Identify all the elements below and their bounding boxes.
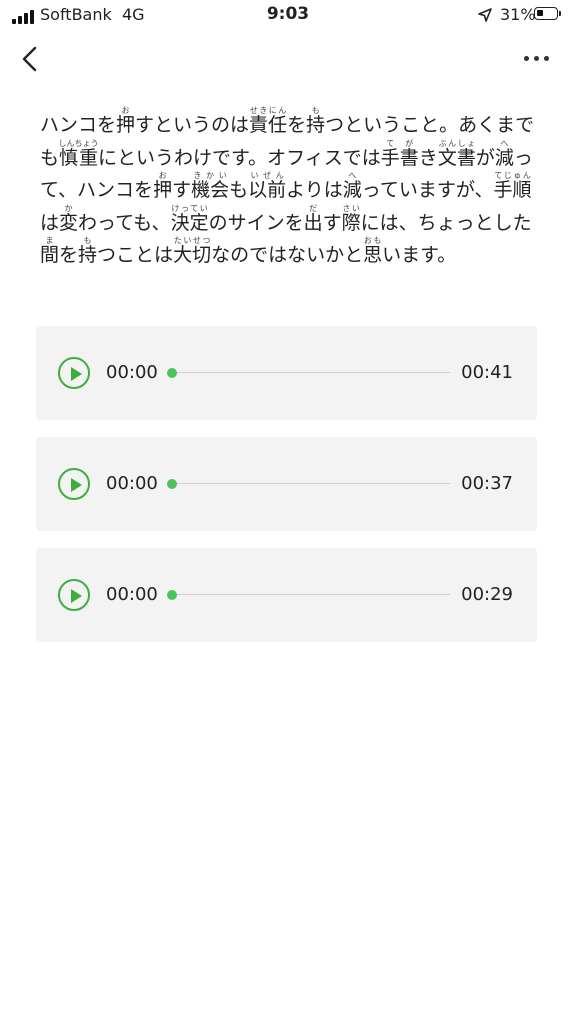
furigana-reading: ま [40, 236, 59, 245]
furigana-word: 変か [59, 203, 79, 234]
furigana-word: 持も [306, 106, 326, 136]
duration-time: 00:41 [461, 362, 513, 383]
more-options-icon[interactable] [520, 52, 554, 66]
current-time: 00:00 [106, 473, 158, 494]
furigana-word: 以前いぜん [248, 171, 287, 201]
furigana-reading: てじゅん [493, 171, 532, 180]
furigana-reading: て [380, 138, 400, 148]
furigana-reading: へ [494, 138, 514, 148]
furigana-reading: へ [342, 171, 362, 180]
passage-text: にというわけです。オフィスでは [98, 146, 381, 169]
battery-percent: 31% [500, 5, 536, 24]
back-chevron-icon[interactable] [18, 44, 44, 74]
passage-text: つことは [97, 244, 174, 266]
passage-text: わっても、 [78, 211, 171, 234]
furigana-reading: お [153, 171, 173, 180]
furigana-reading: しんちょう [58, 138, 99, 148]
furigana-reading: ぶんしょ [437, 138, 476, 148]
passage-text: には、ちょっとした [360, 211, 532, 234]
furigana-reading: いぜん [248, 171, 287, 180]
passage-text: います。 [382, 244, 457, 266]
furigana-word: 押お [153, 171, 173, 201]
furigana-word: 決定けってい [170, 203, 209, 234]
audio-player: 00:00 00:41 [36, 326, 537, 420]
play-icon[interactable] [58, 357, 90, 389]
reading-passage: ハンコを押おすというのは責任せきにんを持もつということ。あくまでも慎重しんちょう… [40, 106, 540, 272]
duration-time: 00:29 [461, 584, 513, 605]
furigana-reading: お [116, 106, 136, 115]
passage-text: き [418, 146, 438, 169]
furigana-reading: さい [341, 203, 361, 213]
furigana-word: 責任せきにん [249, 106, 288, 136]
furigana-word: 持も [78, 236, 98, 266]
furigana-word: 慎重しんちょう [58, 138, 99, 169]
play-icon[interactable] [58, 468, 90, 500]
furigana-reading: が [399, 138, 419, 148]
passage-text: ハンコを [40, 114, 117, 136]
progress-track[interactable] [172, 483, 450, 484]
furigana-word: 思おも [363, 236, 383, 266]
passage-text: は [40, 211, 60, 234]
furigana-word: 出だ [303, 203, 323, 234]
furigana-reading: けってい [170, 203, 209, 213]
passage-text: なのではないかと [211, 244, 364, 266]
furigana-word: 押お [116, 106, 136, 136]
furigana-word: 大切たいせつ [173, 236, 212, 266]
play-icon[interactable] [58, 579, 90, 611]
passage-text: よりは [286, 179, 343, 201]
current-time: 00:00 [106, 584, 158, 605]
progress-thumb[interactable] [167, 479, 177, 489]
audio-player: 00:00 00:29 [36, 548, 537, 642]
current-time: 00:00 [106, 362, 158, 383]
passage-text: を [287, 114, 307, 136]
passage-text: す [322, 211, 342, 234]
progress-track[interactable] [172, 594, 450, 595]
passage-text: すというのは [135, 114, 250, 136]
audio-player: 00:00 00:37 [36, 437, 537, 531]
status-bar: SoftBank 4G 9:03 31% [0, 0, 576, 32]
furigana-word: 間ま [40, 236, 60, 266]
furigana-reading: おも [363, 236, 383, 245]
furigana-reading: だ [303, 203, 323, 213]
furigana-word: 手順てじゅん [493, 171, 532, 201]
progress-track[interactable] [172, 372, 450, 373]
progress-thumb[interactable] [167, 590, 177, 600]
passage-text: が [475, 146, 495, 169]
furigana-word: 文書ぶんしょ [437, 138, 476, 169]
furigana-reading: せきにん [249, 106, 288, 115]
passage-text: のサインを [208, 211, 304, 234]
furigana-word: 機会きかい [191, 171, 230, 201]
furigana-word: 減へ [342, 171, 362, 201]
furigana-reading: たいせつ [173, 236, 212, 245]
location-arrow-icon [478, 8, 492, 22]
furigana-reading: きかい [191, 171, 230, 180]
furigana-word: 書が [399, 138, 419, 169]
furigana-reading: も [306, 106, 326, 115]
duration-time: 00:37 [461, 473, 513, 494]
passage-text: も [229, 179, 249, 201]
battery-icon [534, 7, 561, 20]
furigana-word: 手て [380, 138, 400, 169]
passage-text: っていますが、 [361, 179, 494, 201]
furigana-word: 際さい [341, 203, 361, 234]
passage-text: す [172, 179, 192, 201]
furigana-reading: か [59, 203, 79, 213]
furigana-word: 減へ [494, 138, 514, 169]
progress-thumb[interactable] [167, 368, 177, 378]
passage-text: を [59, 244, 79, 266]
furigana-reading: も [78, 236, 98, 245]
